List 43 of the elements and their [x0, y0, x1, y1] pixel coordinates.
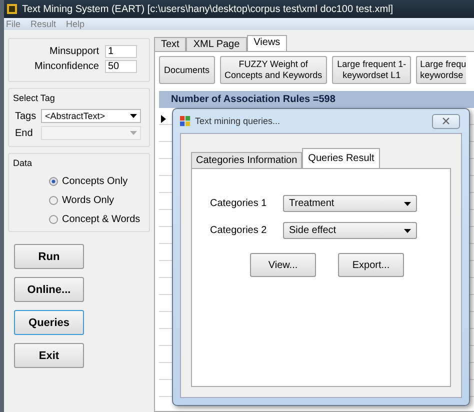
dropdown[interactable]: Side effect	[283, 222, 417, 239]
action-button[interactable]: Exit	[14, 343, 84, 368]
group-title: Data	[13, 158, 34, 168]
field-label: Minsupport	[50, 46, 99, 57]
caret-icon	[130, 114, 137, 118]
dialog-button[interactable]: Export...	[338, 253, 404, 277]
radio-option[interactable]: Concept & Words	[49, 214, 145, 225]
dialog-button[interactable]: View...	[250, 253, 316, 277]
input-field[interactable]: 1	[105, 45, 137, 58]
field-label: End	[15, 128, 34, 138]
field-label: Categories 2	[210, 225, 268, 236]
report-button[interactable]: Documents	[159, 56, 215, 84]
radio-option[interactable]: Concepts Only	[49, 176, 145, 187]
caret-icon	[130, 131, 137, 135]
window-title: Text Mining System (EART) [c:\users\hany\desktop\corpus test\xml doc100 test.xml]	[22, 4, 394, 14]
row-pointer-icon	[161, 115, 166, 123]
caret-icon	[404, 202, 411, 206]
tab[interactable]: Queries Result	[302, 148, 380, 168]
app-icon	[6, 3, 18, 15]
radio-option[interactable]: Words Only	[49, 195, 145, 206]
tab[interactable]: Text	[154, 37, 186, 51]
app-icon	[180, 116, 191, 126]
action-button[interactable]: Queries	[14, 310, 84, 335]
tab[interactable]: Categories Information	[191, 152, 302, 168]
close-button[interactable]	[432, 114, 460, 128]
dialog-title: Text mining queries...	[195, 116, 282, 126]
report-button[interactable]: FUZZY Weight of Concepts and Keywords	[220, 56, 328, 84]
caret-icon	[404, 228, 411, 232]
field-label: Tags	[15, 110, 37, 122]
rules-header: Number of Association Rules =598	[159, 91, 474, 108]
field-label: Categories 1	[210, 198, 268, 209]
group-title: Select Tag	[13, 93, 56, 103]
dropdown[interactable]: <AbstractText>	[41, 109, 141, 123]
action-button[interactable]: Online...	[14, 277, 84, 302]
report-button[interactable]: Large frequent 1- keywordset L1	[332, 56, 412, 84]
tab[interactable]: XML Page	[186, 37, 247, 51]
tab[interactable]: Views	[246, 35, 288, 51]
report-button[interactable]: Large frequ keywordse	[416, 56, 466, 84]
dropdown[interactable]: Treatment	[283, 195, 417, 212]
close-icon	[442, 117, 450, 125]
input-field[interactable]: 50	[105, 60, 137, 73]
action-button[interactable]: Run	[14, 244, 84, 269]
field-label: Minconfidence	[34, 61, 99, 72]
